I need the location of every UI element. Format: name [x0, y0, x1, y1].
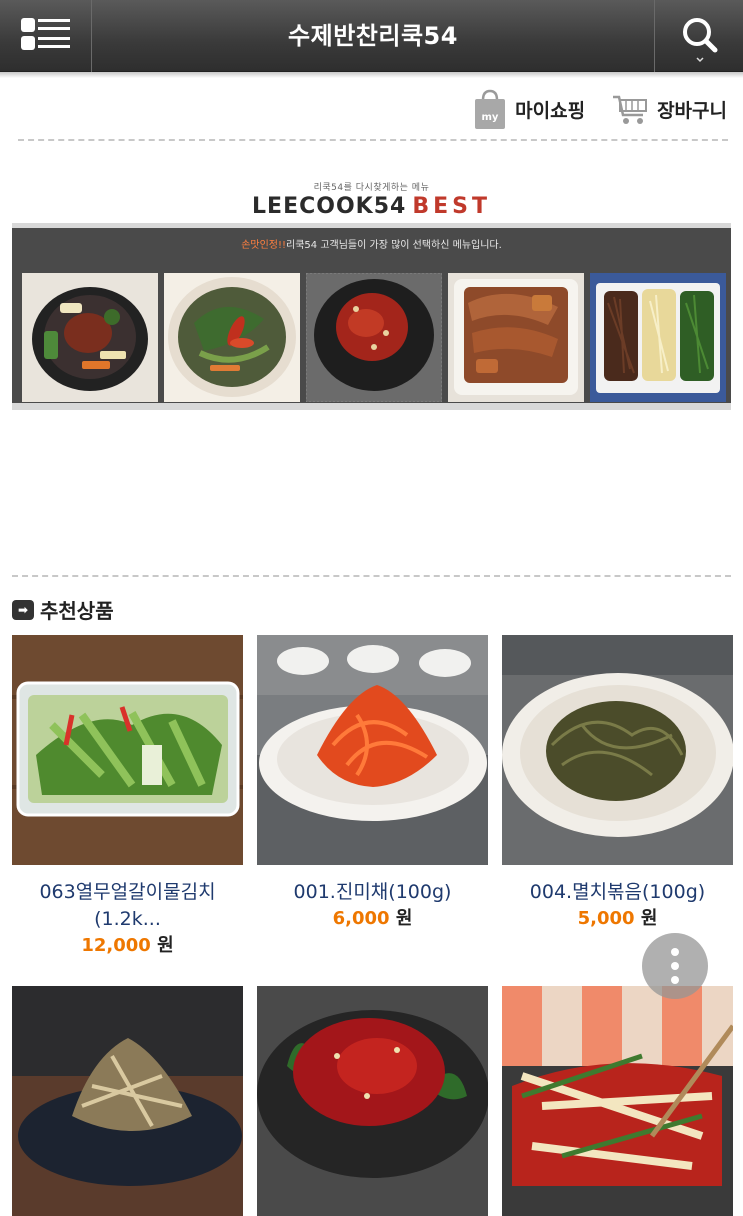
- best-banner-heading: 리쿡54를 다시찾게하는 메뉴 LEECOOK54 BEST: [0, 180, 743, 219]
- page-title: 수제반찬리쿡54: [288, 22, 458, 50]
- product-card-1[interactable]: 063열무얼갈이물김치 (1.2k... 12,000 원: [12, 635, 243, 959]
- product-name-1[interactable]: 063열무얼갈이물김치 (1.2k...: [12, 879, 243, 933]
- product-card-2[interactable]: 001.진미채(100g) 6,000 원: [257, 635, 488, 932]
- list-menu-icon: [21, 18, 70, 50]
- product-price-1: 12,000 원: [12, 933, 243, 959]
- my-shopping-link[interactable]: my 마이쇼핑: [473, 88, 585, 130]
- price-value: 5,000: [577, 908, 635, 929]
- price-unit: 원: [640, 908, 658, 929]
- product-card-5[interactable]: [257, 986, 488, 1216]
- product-image-1[interactable]: [12, 635, 243, 865]
- search-button[interactable]: [654, 0, 743, 72]
- price-value: 6,000: [332, 908, 390, 929]
- price-unit: 원: [157, 935, 174, 956]
- best-menu-thumb-1[interactable]: [22, 273, 158, 402]
- product-price-3: 5,000 원: [502, 906, 733, 932]
- best-menu-thumb-2[interactable]: [164, 273, 300, 402]
- quick-links: my 마이쇼핑 장바구니: [473, 84, 727, 134]
- header-shadow: [0, 72, 743, 78]
- menu-button[interactable]: [0, 0, 92, 72]
- product-image-2[interactable]: [257, 635, 488, 865]
- best-menu-thumb-5[interactable]: [590, 273, 726, 402]
- product-image-4[interactable]: [12, 986, 243, 1216]
- dot-icon: [671, 976, 679, 984]
- product-image-3[interactable]: [502, 635, 733, 865]
- caption-text: 리쿡54 고객님들이 가장 많이 선택하신 메뉴입니다.: [286, 240, 502, 251]
- product-image-6[interactable]: [502, 986, 733, 1216]
- banner-subtitle: 리쿡54를 다시찾게하는 메뉴: [313, 183, 430, 193]
- search-icon: [683, 18, 718, 63]
- best-menu-banner[interactable]: 손맛인정!!리쿡54 고객님들이 가장 많이 선택하신 메뉴입니다.: [12, 223, 731, 410]
- banner-caption: 손맛인정!!리쿡54 고객님들이 가장 많이 선택하신 메뉴입니다.: [12, 236, 731, 251]
- product-price-2: 6,000 원: [257, 906, 488, 932]
- banner-brand: LEECOOK54 BEST: [0, 194, 743, 219]
- cart-label: 장바구니: [657, 99, 727, 122]
- best-label: BEST: [412, 194, 491, 219]
- recommend-title-text: 추천상품: [40, 599, 114, 623]
- product-card-3[interactable]: 004.멸치볶음(100g) 5,000 원: [502, 635, 733, 932]
- best-menu-thumb-4[interactable]: [448, 273, 584, 402]
- my-shopping-label: 마이쇼핑: [515, 99, 586, 122]
- product-name-1-line2: (1.2k...: [94, 908, 161, 930]
- price-value: 12,000: [81, 935, 151, 956]
- divider: [18, 139, 728, 141]
- svg-text:my: my: [482, 112, 499, 123]
- dot-icon: [671, 948, 679, 956]
- product-name-3[interactable]: 004.멸치볶음(100g): [502, 879, 733, 906]
- product-name-1-line1: 063열무얼갈이물김치: [39, 881, 216, 903]
- caption-highlight: 손맛인정!!: [241, 240, 287, 251]
- more-options-button[interactable]: [642, 933, 708, 999]
- arrow-right-icon: ➡: [12, 599, 34, 620]
- best-menu-thumb-3[interactable]: [306, 273, 442, 402]
- product-name-2[interactable]: 001.진미채(100g): [257, 879, 488, 906]
- section-divider: [12, 575, 731, 577]
- product-card-6[interactable]: [502, 986, 733, 1216]
- shopping-bag-icon: my: [475, 89, 506, 129]
- cart-icon: [613, 95, 648, 124]
- top-app-bar: 수제반찬리쿡54: [0, 0, 743, 72]
- brand-name: LEECOOK54: [252, 194, 407, 219]
- recommend-section-title: ➡ 추천상품: [12, 595, 114, 624]
- dot-icon: [671, 962, 679, 970]
- product-card-4[interactable]: [12, 986, 243, 1216]
- price-unit: 원: [395, 908, 413, 929]
- cart-link[interactable]: 장바구니: [611, 91, 727, 127]
- product-image-5[interactable]: [257, 986, 488, 1216]
